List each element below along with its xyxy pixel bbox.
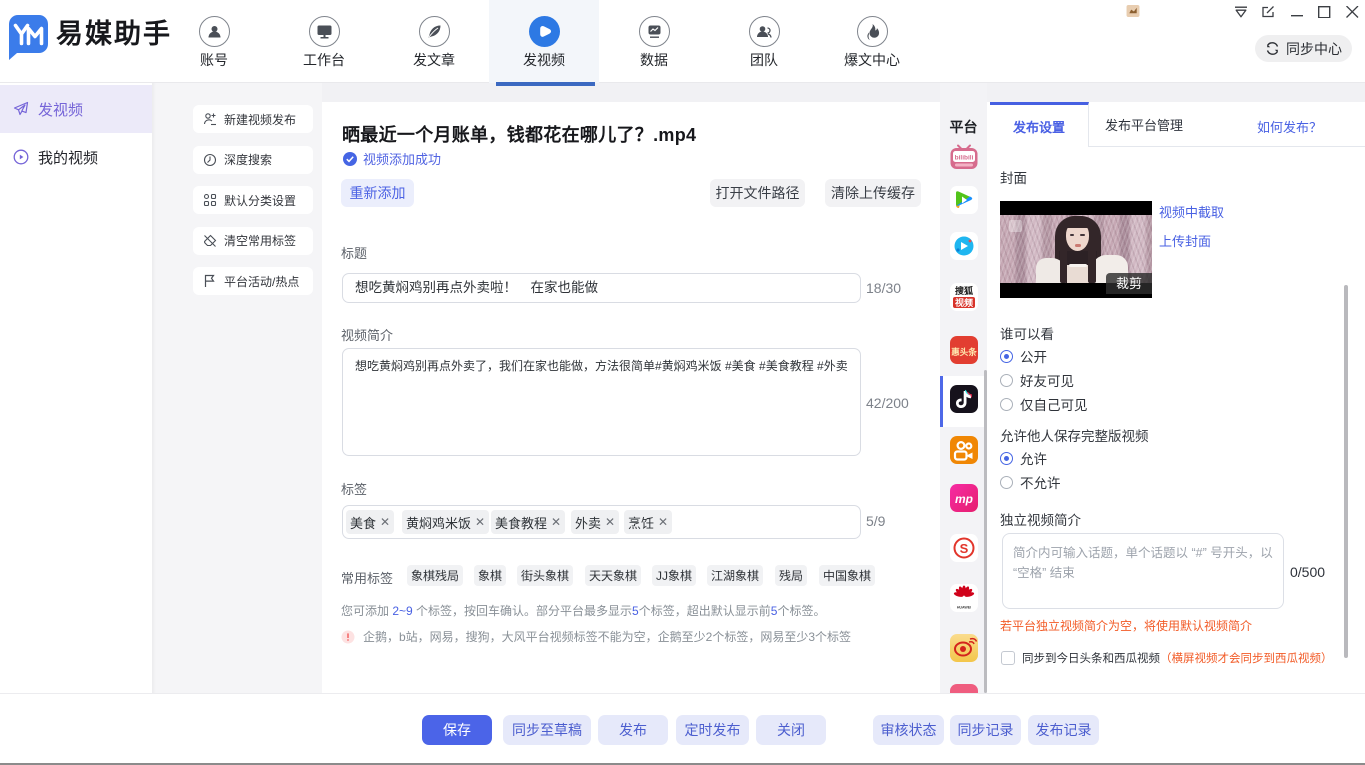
svg-text:S: S (960, 541, 969, 556)
svg-text:mp: mp (955, 492, 973, 506)
svg-text:惠头条: 惠头条 (951, 347, 977, 357)
svg-text:HUAWEI: HUAWEI (957, 606, 971, 610)
svg-text:搜狐: 搜狐 (955, 285, 973, 296)
svg-text:视频: 视频 (955, 297, 973, 308)
svg-text:bilibili: bilibili (955, 155, 974, 162)
